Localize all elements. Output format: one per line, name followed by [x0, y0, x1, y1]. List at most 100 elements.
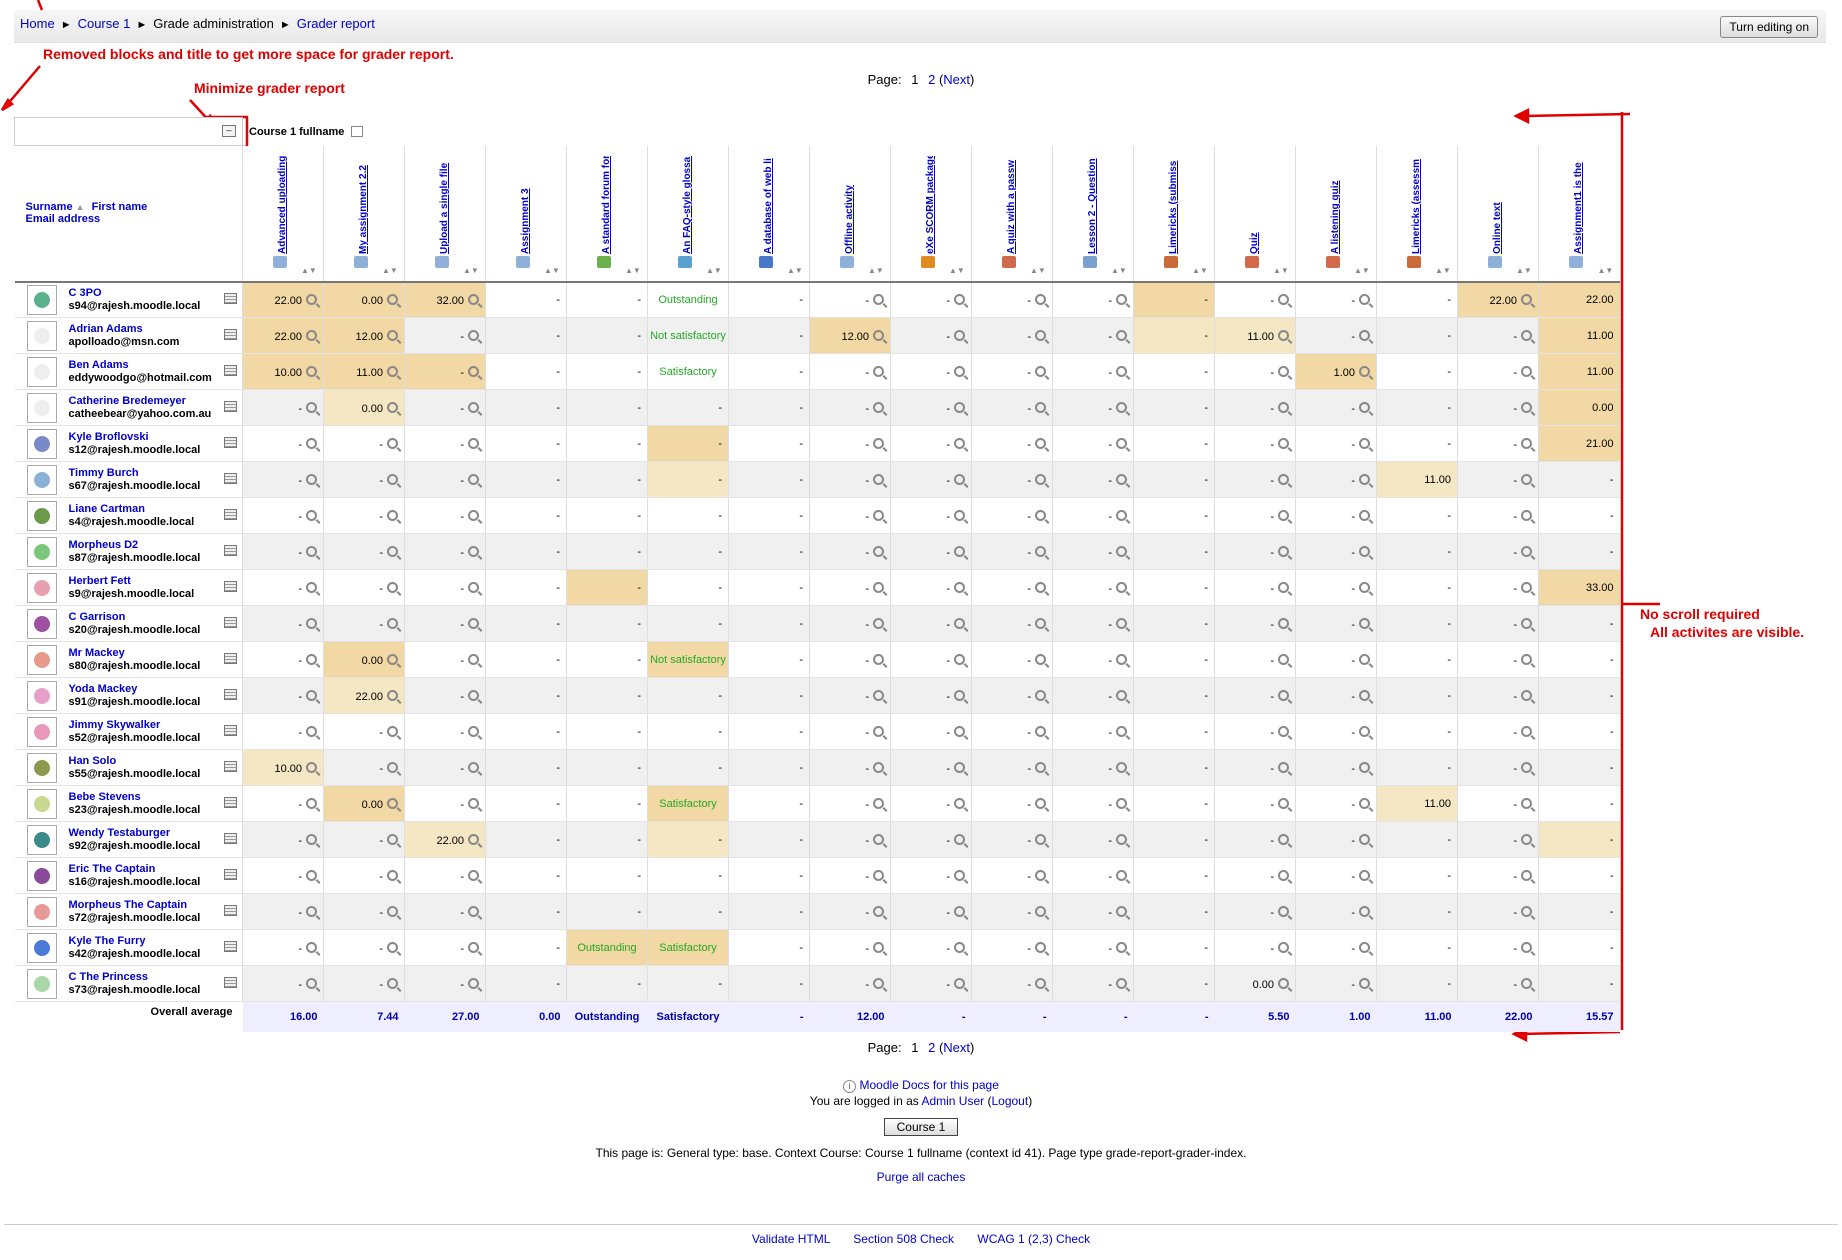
paging-next[interactable]: Next	[943, 1040, 970, 1055]
avatar[interactable]	[26, 788, 57, 819]
avatar[interactable]	[26, 860, 57, 891]
search-icon[interactable]	[468, 473, 479, 485]
grade-cell[interactable]: -	[404, 641, 486, 678]
search-icon[interactable]	[468, 401, 479, 413]
avatar[interactable]	[26, 968, 57, 999]
grade-cell[interactable]: -	[323, 461, 405, 498]
grade-cell[interactable]: -	[1295, 749, 1377, 786]
search-icon[interactable]	[387, 365, 398, 377]
search-icon[interactable]	[1116, 545, 1127, 557]
grade-cell[interactable]: -	[242, 785, 324, 822]
avatar[interactable]	[26, 896, 57, 927]
grade-cell[interactable]: -	[1052, 965, 1134, 1002]
search-icon[interactable]	[954, 833, 965, 845]
grade-cell[interactable]: 0.00	[1538, 389, 1620, 426]
search-icon[interactable]	[954, 977, 965, 989]
grade-cell[interactable]: -	[566, 497, 648, 534]
avatar[interactable]	[26, 932, 57, 963]
grade-cell[interactable]: -	[971, 317, 1053, 354]
search-icon[interactable]	[1035, 977, 1046, 989]
grade-cell[interactable]: -	[1052, 389, 1134, 426]
grade-cell[interactable]: -	[1214, 497, 1296, 534]
search-icon[interactable]	[873, 329, 884, 341]
user-name-link[interactable]: Adrian Adams	[69, 323, 219, 336]
item-header-link[interactable]: My assignment 2.2	[358, 156, 369, 254]
search-icon[interactable]	[873, 797, 884, 809]
grade-cell[interactable]: -	[323, 425, 405, 462]
paging-page-2[interactable]: 2	[928, 72, 935, 87]
grade-cell[interactable]: Satisfactory	[647, 929, 729, 966]
search-icon[interactable]	[1359, 689, 1370, 701]
search-icon[interactable]	[1035, 653, 1046, 665]
grade-cell[interactable]: -	[1052, 821, 1134, 858]
grade-cell[interactable]: 33.00	[1538, 569, 1620, 606]
grade-cell[interactable]: 11.00	[323, 353, 405, 390]
user-report-icon[interactable]	[223, 472, 237, 484]
grade-cell[interactable]: -	[566, 389, 648, 426]
search-icon[interactable]	[1359, 833, 1370, 845]
item-header-link[interactable]: Assignment 3	[520, 156, 531, 254]
avatar[interactable]	[26, 752, 57, 783]
grade-cell[interactable]: -	[566, 461, 648, 498]
grade-cell[interactable]: -	[1376, 677, 1458, 714]
grade-cell[interactable]: -	[1214, 677, 1296, 714]
grade-cell[interactable]: 22.00	[242, 317, 324, 354]
sort-toggle-icon[interactable]: ▲▼	[706, 266, 722, 280]
grade-cell[interactable]: -	[485, 389, 567, 426]
avatar[interactable]	[26, 428, 57, 459]
grade-cell[interactable]: -	[1133, 389, 1215, 426]
item-header-link[interactable]: eXe SCORM package	[925, 156, 936, 254]
grade-cell[interactable]: 0.00	[323, 785, 405, 822]
grade-cell[interactable]: -	[890, 425, 972, 462]
search-icon[interactable]	[873, 581, 884, 593]
grade-cell[interactable]: -	[890, 893, 972, 930]
grade-cell[interactable]: -	[1133, 965, 1215, 1002]
search-icon[interactable]	[468, 977, 479, 989]
user-name-link[interactable]: Han Solo	[69, 755, 219, 768]
grade-cell[interactable]: -	[1295, 641, 1377, 678]
search-icon[interactable]	[1359, 437, 1370, 449]
search-icon[interactable]	[1521, 401, 1532, 413]
search-icon[interactable]	[1521, 725, 1532, 737]
search-icon[interactable]	[306, 509, 317, 521]
grade-cell[interactable]: -	[1133, 929, 1215, 966]
grade-cell[interactable]: -	[566, 353, 648, 390]
grade-cell[interactable]: -	[242, 605, 324, 642]
grade-cell[interactable]: -	[404, 893, 486, 930]
grade-cell[interactable]: -	[971, 281, 1053, 318]
grade-cell[interactable]: -	[728, 965, 810, 1002]
search-icon[interactable]	[1116, 617, 1127, 629]
grade-cell[interactable]: -	[242, 389, 324, 426]
grade-cell[interactable]: -	[1295, 461, 1377, 498]
grade-cell[interactable]: -	[890, 389, 972, 426]
search-icon[interactable]	[954, 545, 965, 557]
search-icon[interactable]	[873, 941, 884, 953]
grade-cell[interactable]: -	[404, 857, 486, 894]
search-icon[interactable]	[954, 509, 965, 521]
search-icon[interactable]	[1035, 797, 1046, 809]
grade-cell[interactable]: -	[728, 461, 810, 498]
logout-link[interactable]: Logout	[991, 1094, 1028, 1108]
search-icon[interactable]	[1521, 689, 1532, 701]
grade-cell[interactable]: -	[971, 929, 1053, 966]
search-icon[interactable]	[1521, 653, 1532, 665]
grade-cell[interactable]: -	[1538, 785, 1620, 822]
user-name-link[interactable]: Ben Adams	[69, 359, 219, 372]
breadcrumb-course[interactable]: Course 1	[78, 16, 131, 31]
search-icon[interactable]	[387, 653, 398, 665]
search-icon[interactable]	[1278, 833, 1289, 845]
grade-cell[interactable]: -	[728, 821, 810, 858]
search-icon[interactable]	[1035, 509, 1046, 521]
breadcrumb-home[interactable]: Home	[20, 16, 55, 31]
grade-cell[interactable]: -	[890, 677, 972, 714]
grade-cell[interactable]: -	[1133, 677, 1215, 714]
grade-cell[interactable]: -	[1376, 641, 1458, 678]
grade-cell[interactable]: -	[809, 821, 891, 858]
grade-cell[interactable]: -	[1457, 965, 1539, 1002]
grade-cell[interactable]: -	[1376, 425, 1458, 462]
search-icon[interactable]	[873, 977, 884, 989]
grade-cell[interactable]: -	[1133, 425, 1215, 462]
grade-cell[interactable]: -	[404, 929, 486, 966]
search-icon[interactable]	[468, 293, 479, 305]
grade-cell[interactable]: -	[1052, 353, 1134, 390]
